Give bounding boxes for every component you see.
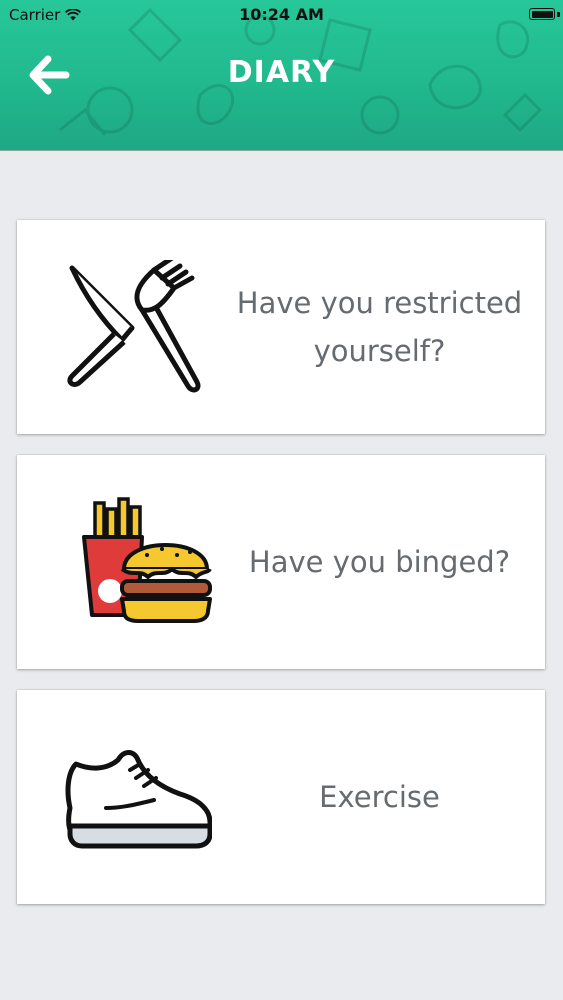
binged-label: Have you binged? [248, 545, 511, 579]
binged-card[interactable]: Have you binged? [17, 455, 545, 669]
page-title: DIARY [227, 55, 336, 90]
restricted-card[interactable]: Have you restricted yourself? [17, 220, 545, 434]
battery-level [531, 10, 553, 18]
status-bar: Carrier 10:24 AM [0, 0, 563, 30]
exercise-label: Exercise [319, 780, 440, 814]
burger-fries-icon [82, 497, 212, 623]
battery-icon [529, 8, 555, 20]
exercise-card[interactable]: Exercise [17, 690, 545, 904]
header: Carrier 10:24 AM DIARY [0, 0, 563, 151]
knife-fork-icon [67, 260, 201, 393]
battery-cap [557, 12, 560, 17]
restricted-label: Have you restricted yourself? [236, 286, 523, 368]
clock: 10:24 AM [239, 5, 324, 24]
sneaker-icon [65, 750, 212, 849]
